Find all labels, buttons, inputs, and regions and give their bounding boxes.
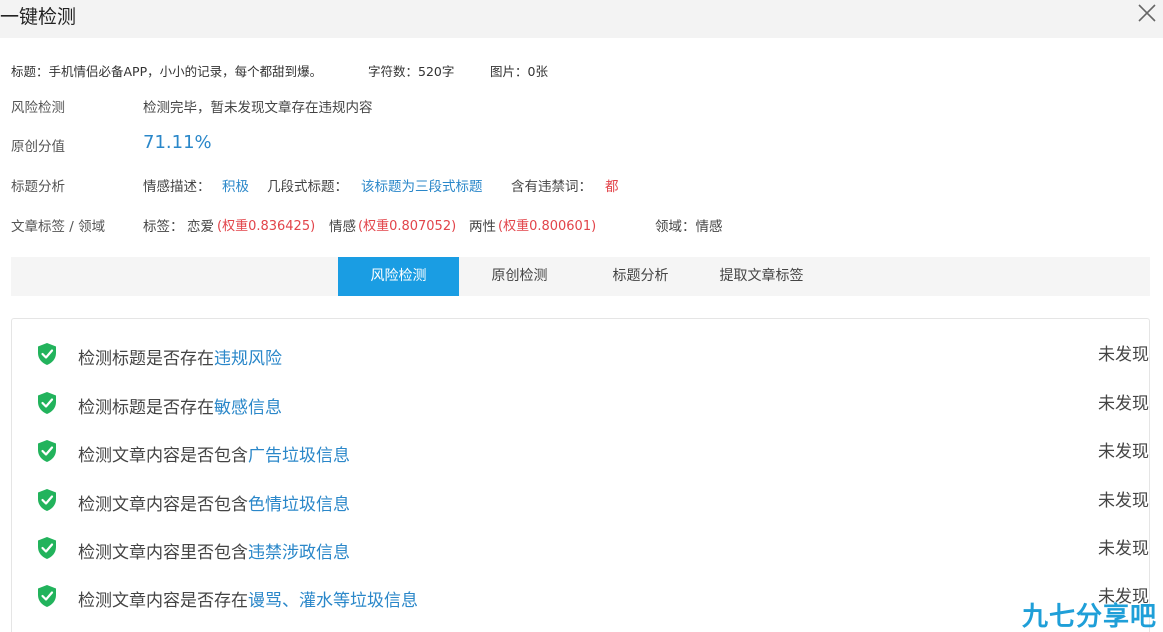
tag-name: 两性 xyxy=(469,219,496,235)
check-text: 检测标题是否存在 xyxy=(78,349,214,369)
risk-value: 检测完毕，暂未发现文章存在违规内容 xyxy=(143,100,373,116)
tags-label: 文章标签 / 领域 xyxy=(11,219,106,235)
sentiment-label: 情感描述： xyxy=(143,179,211,195)
tab-title-analysis[interactable]: 标题分析 xyxy=(580,257,701,296)
close-icon xyxy=(1138,4,1156,22)
check-item: 检测文章内容里否包含违禁涉政信息 未发现 xyxy=(36,534,1149,564)
shield-check-icon xyxy=(36,584,58,608)
check-item: 检测标题是否存在敏感信息 未发现 xyxy=(36,389,1149,419)
check-item: 检测文章内容是否包含色情垃圾信息 未发现 xyxy=(36,486,1149,516)
tab-extract-tags[interactable]: 提取文章标签 xyxy=(701,257,822,296)
tag-name: 情感 xyxy=(329,219,356,235)
shield-check-icon xyxy=(36,391,58,415)
check-highlight: 色情垃圾信息 xyxy=(248,495,350,515)
title-analysis-label: 标题分析 xyxy=(11,179,65,195)
check-text: 检测文章内容是否存在 xyxy=(78,591,248,611)
shield-check-icon xyxy=(36,536,58,560)
segments-value: 该标题为三段式标题 xyxy=(361,179,483,195)
check-item: 检测文章内容是否存在谩骂、灌水等垃圾信息 未发现 xyxy=(36,582,1149,612)
check-highlight: 敏感信息 xyxy=(214,398,282,418)
check-status: 未发现 xyxy=(1098,491,1149,511)
check-highlight: 违禁涉政信息 xyxy=(248,543,350,563)
tab-risk-check[interactable]: 风险检测 xyxy=(338,257,459,296)
tag-name: 恋爱 xyxy=(187,219,214,235)
original-label: 原创分值 xyxy=(11,139,65,155)
shield-check-icon xyxy=(36,439,58,463)
check-status: 未发现 xyxy=(1098,394,1149,414)
tag-weight: (权重0.800601) xyxy=(498,219,597,234)
close-button[interactable] xyxy=(1134,0,1160,26)
sentiment-value: 积极 xyxy=(222,179,249,195)
article-title: 标题：手机情侣必备APP，小小的记录，每个都甜到爆。 xyxy=(11,64,323,79)
shield-check-icon xyxy=(36,342,58,366)
banned-value: 都 xyxy=(605,179,619,195)
check-status: 未发现 xyxy=(1098,539,1149,559)
tags-prefix: 标签： xyxy=(143,219,184,235)
check-item: 检测标题是否存在违规风险 未发现 xyxy=(36,340,1149,370)
tab-bar: 风险检测 原创检测 标题分析 提取文章标签 xyxy=(11,257,1150,296)
check-list-panel: 检测标题是否存在违规风险 未发现 检测标题是否存在敏感信息 未发现 检测文章内容… xyxy=(11,318,1150,632)
check-highlight: 谩骂、灌水等垃圾信息 xyxy=(248,591,418,611)
check-item: 检测文章内容是否包含广告垃圾信息 未发现 xyxy=(36,437,1149,467)
tab-original-check[interactable]: 原创检测 xyxy=(459,257,580,296)
char-count: 字符数：520字 xyxy=(368,64,455,79)
tag-weight: (权重0.807052) xyxy=(358,219,457,234)
check-status: 未发现 xyxy=(1098,442,1149,462)
segments-label: 几段式标题： xyxy=(267,179,348,195)
check-highlight: 违规风险 xyxy=(214,349,282,369)
image-count: 图片：0张 xyxy=(490,64,548,79)
banned-label: 含有违禁词： xyxy=(511,179,592,195)
title-bar: 一键检测 xyxy=(0,0,1163,38)
original-score: 71.11% xyxy=(143,132,212,153)
check-text: 检测文章内容是否包含 xyxy=(78,446,248,466)
domain-value: 领域：情感 xyxy=(655,219,723,235)
watermark-logo: 九七分享吧 xyxy=(1021,602,1157,632)
check-text: 检测标题是否存在 xyxy=(78,398,214,418)
risk-label: 风险检测 xyxy=(11,100,65,116)
check-highlight: 广告垃圾信息 xyxy=(248,446,350,466)
check-status: 未发现 xyxy=(1098,345,1149,365)
check-text: 检测文章内容是否包含 xyxy=(78,495,248,515)
tag-weight: (权重0.836425) xyxy=(217,219,316,234)
check-text: 检测文章内容里否包含 xyxy=(78,543,248,563)
dialog-title: 一键检测 xyxy=(0,6,77,28)
shield-check-icon xyxy=(36,488,58,512)
